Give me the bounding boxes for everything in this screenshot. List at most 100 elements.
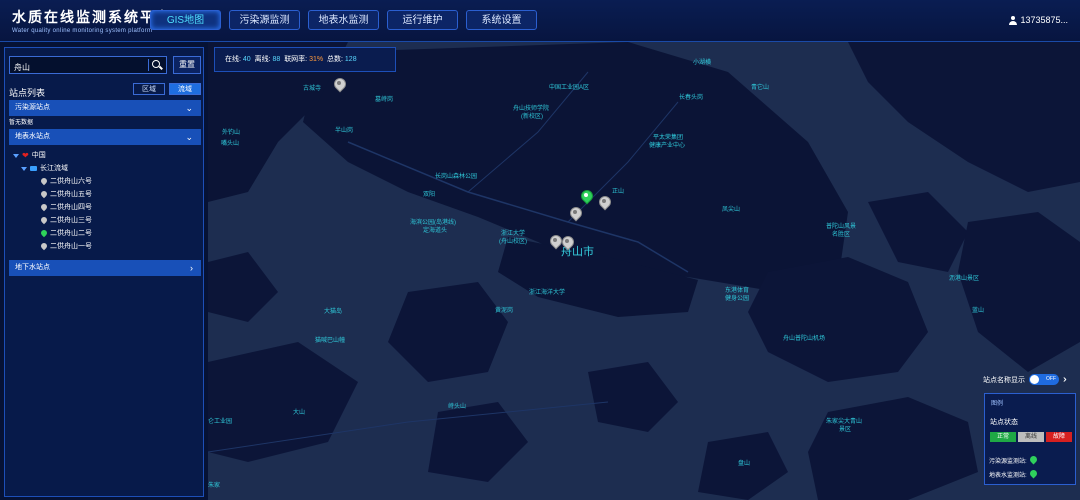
tree-station[interactable]: 二供舟山三号: [9, 214, 201, 227]
map-label: (舟山校区): [499, 239, 527, 245]
tree-station[interactable]: 二供舟山二号: [9, 227, 201, 240]
tree-station[interactable]: 二供舟山一号: [9, 240, 201, 253]
tree-station[interactable]: 二供舟山五号: [9, 188, 201, 201]
app-title: 水质在线监测系统平台: [12, 9, 172, 25]
map-label: 双阳: [423, 192, 436, 198]
station-name: 二供舟山五号: [50, 191, 92, 198]
station-pin-icon: [1030, 456, 1037, 465]
double-chevron-right-icon[interactable]: ››: [1063, 374, 1066, 385]
legend-label: 污染源监测站:: [989, 459, 1027, 465]
station-name-toggle: 站点名称显示 OFF ››: [983, 374, 1066, 385]
map-label: 大山: [293, 410, 306, 416]
chevron-right-icon: ›: [190, 263, 193, 273]
caret-down-icon[interactable]: [21, 166, 27, 171]
chevron-down-icon: ⌄: [185, 103, 193, 113]
toggle-basin[interactable]: 流域: [169, 83, 201, 95]
map-label: 大猫岛: [324, 309, 343, 315]
tree-node-country[interactable]: ❤ 中国: [9, 149, 201, 162]
gis-map[interactable]: 古城寺 墓峙岗 中国工业园A区 小湖横 舟山技师学院 (新校区) 长春头岗 青它…: [208, 42, 1080, 500]
map-label: 长岗山森林公园: [435, 174, 478, 180]
reset-button[interactable]: 重置: [173, 56, 201, 74]
search-divider: [148, 59, 149, 71]
map-legend: 图例 站点状态 正常 离线 故障 污染源监测站: 地表水监测站:: [984, 393, 1076, 485]
station-list-header: 站点列表 区域 流域: [9, 83, 201, 98]
map-label: 沥港山景区: [949, 276, 980, 282]
legend-surface-station: 地表水监测站:: [989, 470, 1037, 479]
station-marker[interactable]: [334, 78, 345, 92]
map-label: 景区: [839, 427, 852, 433]
map-label: 健康产业中心: [649, 143, 686, 149]
nav-gis-map[interactable]: GIS地图: [150, 10, 221, 30]
toggle-region[interactable]: 区域: [133, 83, 165, 95]
search-icon[interactable]: [150, 58, 164, 72]
station-marker[interactable]: [550, 235, 561, 249]
station-marker[interactable]: [562, 236, 573, 250]
section-label: 地下水站点: [15, 264, 50, 271]
map-label: 古城寺: [303, 86, 322, 92]
station-pin-icon: [41, 178, 47, 186]
offline-count: 88: [272, 56, 281, 63]
status-badge-normal: 正常: [990, 432, 1016, 442]
nav-surface-water[interactable]: 地表水监测: [308, 10, 379, 30]
online-count: 40: [242, 56, 251, 63]
section-pollution-stations[interactable]: 污染源站点 ⌄: [9, 100, 201, 116]
map-label: 健身公园: [725, 296, 750, 302]
map-label: 浙江海洋大学: [529, 290, 566, 296]
offline-label: 离线:: [254, 56, 271, 63]
map-label: 黄泥岗: [495, 308, 514, 314]
map-label: 舟山普陀山机场: [783, 336, 826, 342]
map-label: 名胜区: [832, 232, 851, 238]
station-pin-icon: [41, 204, 47, 212]
tree-label: 中国: [31, 152, 46, 159]
search-input[interactable]: [10, 59, 148, 76]
station-marker[interactable]: [599, 196, 610, 210]
section-surface-stations[interactable]: 地表水站点 ⌄: [9, 129, 201, 145]
search-row: 重置: [9, 56, 201, 76]
map-canvas: [208, 42, 1080, 500]
total-label: 总数:: [327, 56, 343, 63]
legend-label: 地表水监测站:: [989, 473, 1027, 479]
status-badge-offline: 离线: [1018, 432, 1044, 442]
legend-pollution-station: 污染源监测站:: [989, 456, 1037, 465]
map-label: 蓝山: [972, 308, 985, 314]
tree-station[interactable]: 二供舟山六号: [9, 175, 201, 188]
user-icon: [1009, 15, 1018, 25]
china-map-icon: ❤: [22, 151, 29, 160]
station-marker[interactable]: [570, 207, 581, 221]
app-logo: 水质在线监测系统平台 Water quality online monitori…: [12, 7, 172, 34]
nav-operation[interactable]: 运行维护: [387, 10, 458, 30]
tree-node-basin[interactable]: 长江流域: [9, 162, 201, 175]
status-badges: 正常 离线 故障: [990, 432, 1072, 442]
map-label: 小湖横: [693, 60, 712, 66]
legend-status-title: 站点状态: [990, 419, 1018, 426]
tree-station[interactable]: 二供舟山四号: [9, 201, 201, 214]
station-name: 二供舟山四号: [50, 204, 92, 211]
map-label: 仑工业园: [208, 419, 233, 425]
station-stats: 在线: 40 离线: 88 联网率: 31% 总数: 128: [214, 47, 396, 72]
section-label: 地表水站点: [15, 133, 50, 140]
app-subtitle: Water quality online monitoring system p…: [12, 28, 153, 34]
station-marker-normal[interactable]: [581, 190, 592, 204]
station-pin-icon: [41, 191, 47, 199]
section-groundwater-stations[interactable]: 地下水站点 ›: [9, 260, 201, 276]
folder-icon: [30, 166, 37, 171]
list-mode-toggle: 区域 流域: [133, 83, 201, 95]
top-header: 水质在线监测系统平台 Water quality online monitori…: [0, 0, 1080, 42]
station-name-switch[interactable]: OFF: [1029, 374, 1059, 385]
map-label: 中国工业园A区: [549, 85, 590, 91]
nav-pollution-monitoring[interactable]: 污染源监测: [229, 10, 300, 30]
map-label: 长春头岗: [679, 95, 704, 101]
nav-system-settings[interactable]: 系统设置: [466, 10, 537, 30]
status-badge-fault: 故障: [1046, 432, 1072, 442]
caret-down-icon[interactable]: [13, 153, 19, 158]
main-nav: GIS地图 污染源监测 地表水监测 运行维护 系统设置: [150, 10, 537, 30]
rate-label: 联网率:: [284, 56, 308, 63]
station-name: 二供舟山三号: [50, 217, 92, 224]
section-label: 污染源站点: [15, 104, 50, 111]
map-label: 盘山: [738, 461, 751, 467]
station-pin-icon: [41, 243, 47, 251]
legend-title: 图例: [991, 401, 1004, 407]
station-name: 二供舟山一号: [50, 243, 92, 250]
user-menu[interactable]: 13735875...: [1009, 15, 1068, 25]
station-name-toggle-label: 站点名称显示: [983, 376, 1025, 384]
